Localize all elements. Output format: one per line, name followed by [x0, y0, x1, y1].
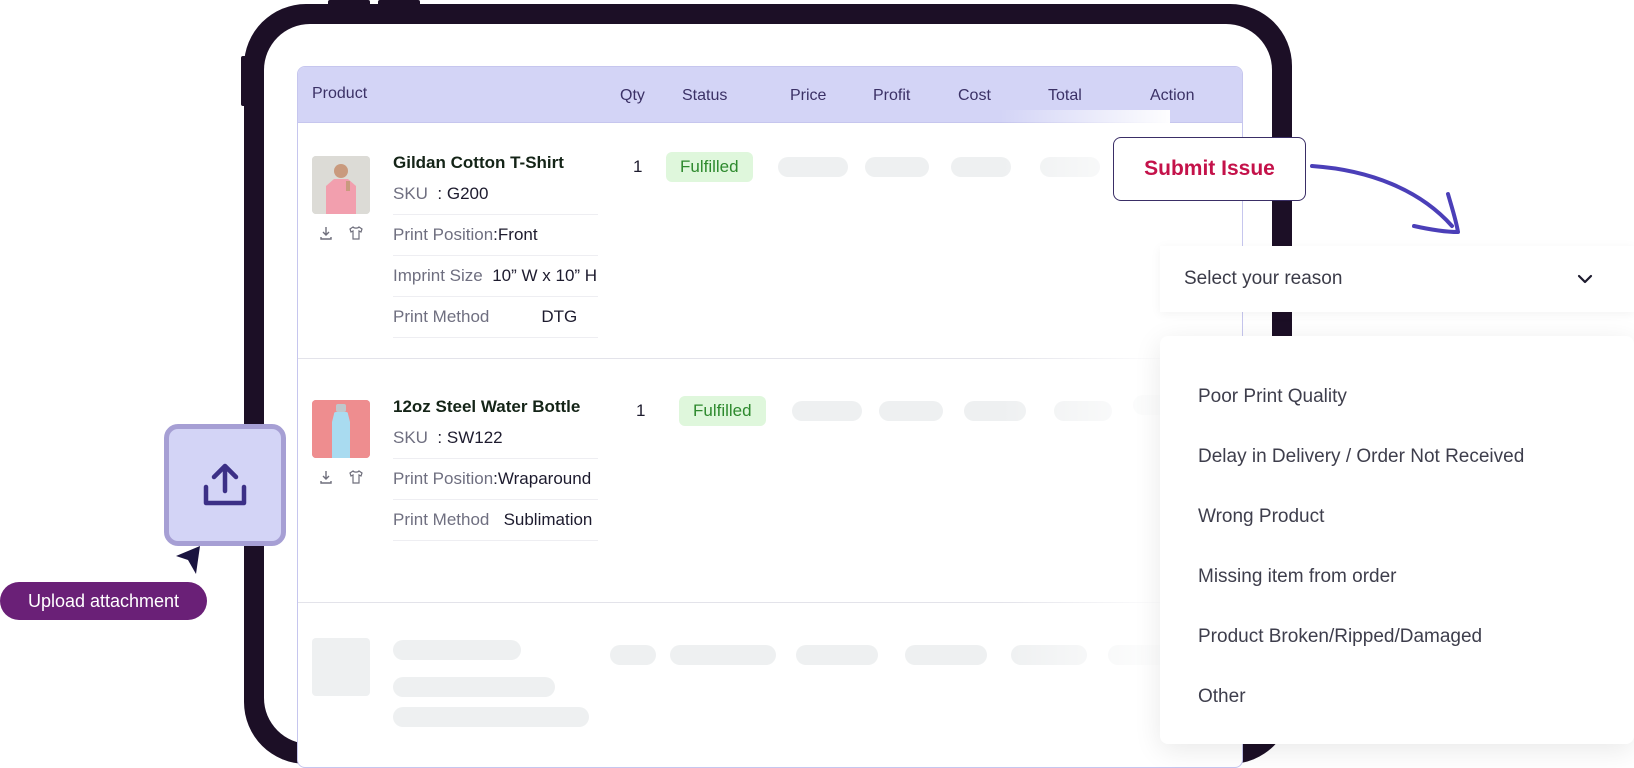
product-thumbnail-tshirt — [312, 156, 370, 214]
qty-value: 1 — [636, 401, 646, 420]
reason-option-delay-in-delivery[interactable]: Delay in Delivery / Order Not Received — [1198, 446, 1524, 468]
reason-select-placeholder: Select your reason — [1184, 268, 1343, 289]
edge-fade — [1000, 110, 1170, 750]
upload-attachment-label: Upload attachment — [0, 582, 207, 620]
reason-options-menu: Poor Print Quality Delay in Delivery / O… — [1160, 336, 1634, 744]
header-profit: Profit — [873, 87, 911, 104]
upload-icon — [203, 463, 247, 506]
header-cost: Cost — [958, 87, 991, 104]
download-icon[interactable] — [318, 469, 334, 485]
status-badge: Fulfilled — [666, 152, 753, 182]
thumbnail-placeholder — [312, 638, 370, 696]
reason-option-poor-print-quality[interactable]: Poor Print Quality — [1198, 386, 1347, 408]
qty-value: 1 — [633, 157, 643, 176]
text-placeholder — [393, 640, 521, 660]
curved-arrow-icon — [1310, 164, 1460, 234]
attr-imprint-size: Imprint Size 10” W x 10” H — [393, 266, 598, 285]
profit-placeholder — [879, 401, 943, 421]
header-status: Status — [682, 87, 728, 104]
product-sku: SKU : G200 — [393, 184, 489, 203]
attr-divider — [393, 458, 598, 459]
attr-divider — [393, 214, 598, 215]
price-placeholder — [796, 645, 878, 665]
attr-print-method: Print Method Sublimation — [393, 510, 593, 529]
text-placeholder — [393, 677, 555, 697]
attr-print-position: Print Position:Wraparound — [393, 469, 592, 488]
tshirt-icon[interactable] — [348, 469, 364, 485]
header-price: Price — [790, 87, 827, 104]
attr-divider — [393, 296, 598, 297]
status-badge: Fulfilled — [679, 396, 766, 426]
reason-option-product-damaged[interactable]: Product Broken/Ripped/Damaged — [1198, 626, 1482, 648]
tshirt-photo-icon — [312, 156, 370, 214]
header-product: Product — [312, 85, 368, 102]
reason-option-wrong-product[interactable]: Wrong Product — [1198, 506, 1324, 528]
status-placeholder — [670, 645, 776, 665]
attr-divider — [393, 540, 598, 541]
chevron-down-icon — [1577, 274, 1593, 284]
header-qty: Qty — [620, 87, 645, 104]
product-thumbnail-bottle — [312, 400, 370, 458]
profit-placeholder — [865, 157, 929, 177]
product-name[interactable]: 12oz Steel Water Bottle — [393, 397, 580, 417]
header-total: Total — [1048, 87, 1082, 104]
attr-divider — [393, 255, 598, 256]
download-icon[interactable] — [318, 225, 334, 241]
attr-print-method: Print Method DTG — [393, 307, 578, 326]
reason-option-missing-item[interactable]: Missing item from order — [1198, 566, 1397, 588]
text-placeholder — [393, 707, 589, 727]
price-placeholder — [792, 401, 862, 421]
product-name[interactable]: Gildan Cotton T-Shirt — [393, 153, 564, 173]
attr-divider — [393, 499, 598, 500]
cursor-pointer-icon — [176, 546, 200, 574]
product-sku: SKU : SW122 — [393, 428, 503, 447]
upload-attachment-button[interactable] — [164, 424, 286, 546]
attr-divider — [393, 337, 598, 338]
bottle-photo-icon — [312, 400, 370, 458]
attr-print-position: Print Position:Front — [393, 225, 538, 244]
qty-placeholder — [610, 645, 656, 665]
reason-option-other[interactable]: Other — [1198, 686, 1246, 708]
reason-select[interactable]: Select your reason — [1160, 246, 1634, 312]
tshirt-icon[interactable] — [348, 225, 364, 241]
price-placeholder — [778, 157, 848, 177]
header-action: Action — [1150, 87, 1195, 104]
profit-placeholder — [905, 645, 987, 665]
submit-issue-button[interactable]: Submit Issue — [1113, 137, 1306, 201]
